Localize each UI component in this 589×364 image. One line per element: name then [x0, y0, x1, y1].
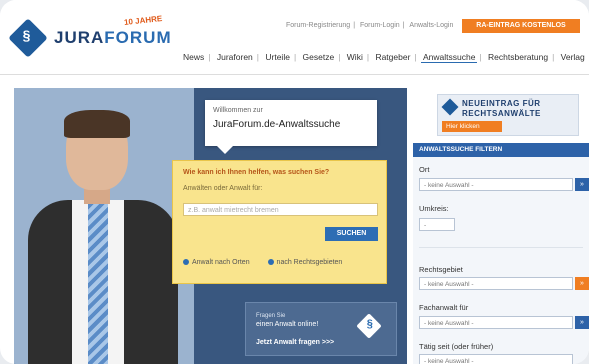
- site-header: § JURAFORUM 10 JAHRE Forum-Registrierung…: [0, 0, 589, 80]
- radio-icon: [267, 259, 274, 266]
- top-links: Forum-Registrierung | Forum-Login | Anwalt…: [286, 22, 454, 29]
- nav-ratgeber[interactable]: Ratgeber: [373, 52, 412, 62]
- taetig-label: Tätig seit (oder früher): [419, 342, 494, 351]
- header-divider: [0, 74, 589, 75]
- ort-label: Ort: [419, 165, 430, 174]
- logo-text: JURAFORUM: [54, 28, 172, 47]
- fachanwalt-go-button[interactable]: »: [575, 316, 589, 329]
- search-mode-radios: Anwalt nach Orten nach Rechtsgebieten: [183, 259, 358, 266]
- search-button[interactable]: SUCHEN: [325, 227, 378, 241]
- paragraph-icon: [441, 98, 459, 116]
- site-logo[interactable]: § JURAFORUM 10 JAHRE: [8, 14, 179, 62]
- umkreis-label: Umkreis:: [419, 204, 449, 213]
- filter-divider: [419, 247, 583, 248]
- search-panel: Wie kann ich Ihnen helfen, was suchen Si…: [172, 160, 387, 284]
- nav-verlag[interactable]: Verlag: [559, 52, 587, 62]
- nav-urteile[interactable]: Urteile: [263, 52, 292, 62]
- filter-title: ANWALTSSUCHE FILTERN: [413, 143, 589, 157]
- welcome-title: JuraForum.de-Anwaltssuche: [213, 119, 341, 130]
- ra-entry-button[interactable]: RA-EINTRAG KOSTENLOS TESTEN: [462, 19, 580, 43]
- radio-icon: [183, 259, 189, 266]
- banner-button[interactable]: Hier klicken: [442, 121, 502, 132]
- paragraph-icon: [356, 313, 382, 339]
- radio-by-city[interactable]: Anwalt nach Orten: [183, 259, 258, 266]
- fachanwalt-select[interactable]: - keine Auswahl -: [419, 316, 573, 329]
- nav-juraforen[interactable]: Juraforen: [215, 52, 255, 62]
- search-label: Anwälten oder Anwalt für:: [183, 185, 263, 192]
- banner-line2: RECHTSANWÄLTE: [462, 109, 541, 118]
- new-entry-banner[interactable]: NEUEINTRAG FÜR RECHTSANWÄLTE Hier klicke…: [437, 94, 579, 136]
- welcome-subtitle: Willkommen zur: [213, 107, 263, 114]
- ort-go-button[interactable]: »: [575, 178, 589, 191]
- fachanwalt-label: Fachanwalt für: [419, 303, 469, 312]
- promo-line1: Fragen Sie: [256, 313, 286, 319]
- promo-line2: einen Anwalt online!: [256, 321, 319, 328]
- search-input[interactable]: z.B. anwalt mietrecht bremen: [183, 203, 378, 216]
- link-forum-login[interactable]: Forum-Login: [360, 22, 400, 29]
- paragraph-logo-icon: §: [8, 18, 48, 58]
- nav-wiki[interactable]: Wiki: [345, 52, 365, 62]
- ask-lawyer-promo[interactable]: Fragen Sie einen Anwalt online! Jetzt An…: [245, 302, 397, 356]
- filter-panel: ANWALTSSUCHE FILTERN Ort - keine Auswahl…: [413, 143, 589, 364]
- nav-gesetze[interactable]: Gesetze: [301, 52, 337, 62]
- nav-news[interactable]: News: [181, 52, 206, 62]
- link-lawyer-login[interactable]: Anwalts-Login: [409, 22, 453, 29]
- lawyer-photo: [28, 110, 178, 364]
- link-forum-registration[interactable]: Forum-Registrierung: [286, 22, 350, 29]
- nav-anwaltssuche[interactable]: Anwaltssuche: [421, 52, 478, 63]
- banner-line1: NEUEINTRAG FÜR: [462, 99, 541, 108]
- anniversary-badge: 10 JAHRE: [123, 14, 163, 27]
- taetig-select[interactable]: - keine Auswahl -: [419, 354, 573, 364]
- browser-page: § JURAFORUM 10 JAHRE Forum-Registrierung…: [0, 0, 589, 364]
- search-question: Wie kann ich Ihnen helfen, was suchen Si…: [183, 169, 330, 176]
- main-nav: News | Juraforen | Urteile | Gesetze | Wiki |…: [181, 52, 587, 63]
- promo-link[interactable]: Jetzt Anwalt fragen >>>: [256, 339, 334, 346]
- umkreis-select[interactable]: -: [419, 218, 455, 231]
- welcome-box: Willkommen zur JuraForum.de-Anwaltssuche: [205, 100, 377, 154]
- rechtsgebiet-go-button[interactable]: »: [575, 277, 589, 290]
- nav-rechtsberatung[interactable]: Rechtsberatung: [486, 52, 550, 62]
- rechtsgebiet-label: Rechtsgebiet: [419, 265, 463, 274]
- ort-select[interactable]: - keine Auswahl -: [419, 178, 573, 191]
- radio-by-area[interactable]: nach Rechtsgebieten: [267, 259, 351, 266]
- rechtsgebiet-select[interactable]: - keine Auswahl -: [419, 277, 573, 290]
